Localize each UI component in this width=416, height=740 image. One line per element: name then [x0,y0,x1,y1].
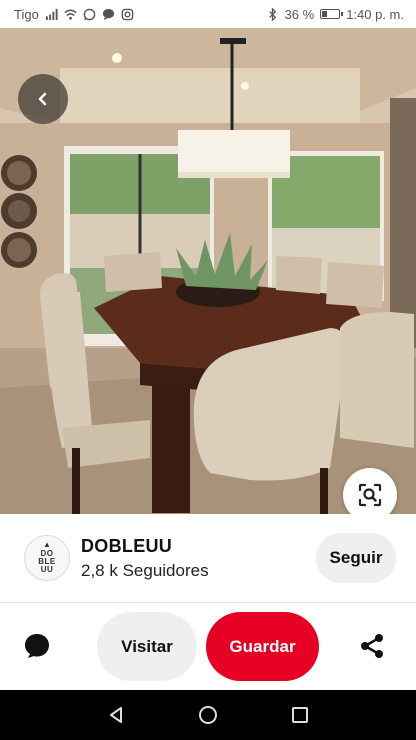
visit-button[interactable]: Visitar [97,612,197,681]
action-bar: Visitar Guardar [0,603,416,690]
home-circle-icon [199,706,217,724]
follow-button[interactable]: Seguir [316,533,396,583]
comment-button[interactable] [20,629,54,663]
avatar[interactable]: ▲ DO BLE UU [24,535,70,581]
nav-home-button[interactable] [193,700,223,730]
share-button[interactable] [355,629,389,663]
back-triangle-icon [110,707,122,723]
clock: 1:40 p. m. [346,6,404,22]
whatsapp-icon [83,8,96,20]
status-bar: Tigo 36 % 1:40 p. m. [0,0,416,28]
share-icon [361,634,383,658]
visual-search-icon [358,483,382,507]
carrier-name: Tigo [14,6,39,22]
chevron-left-icon [38,92,47,106]
status-right: 36 % 1:40 p. m. [266,7,404,22]
instagram-icon [121,8,134,20]
follower-count: 2,8 k Seguidores [81,560,209,580]
wifi-icon [64,9,77,20]
nav-back-button[interactable] [101,700,131,730]
system-nav-bar [0,690,416,740]
nav-recents-button[interactable] [285,700,315,730]
battery-level [322,11,328,17]
battery-icon [320,9,344,19]
pin-image[interactable] [0,28,416,514]
avatar-text-line-3: UU [40,565,54,574]
creator-info: DOBLEUU 2,8 k Seguidores [81,536,316,581]
creator-name[interactable]: DOBLEUU [81,536,316,557]
message-icon [102,8,114,20]
creator-row: ▲ DO BLE UU DOBLEUU 2,8 k Seguidores Seg… [0,514,416,602]
battery-percent: 36 % [284,6,315,22]
signal-icon [45,8,58,20]
bird-logo-icon: ▲ [43,540,51,549]
save-button[interactable]: Guardar [206,612,319,681]
comment-icon [25,634,49,658]
visual-search-button[interactable] [343,468,397,514]
bluetooth-icon [268,7,276,21]
status-left: Tigo [14,7,134,22]
recents-square-icon [292,707,308,723]
back-button[interactable] [18,74,68,124]
